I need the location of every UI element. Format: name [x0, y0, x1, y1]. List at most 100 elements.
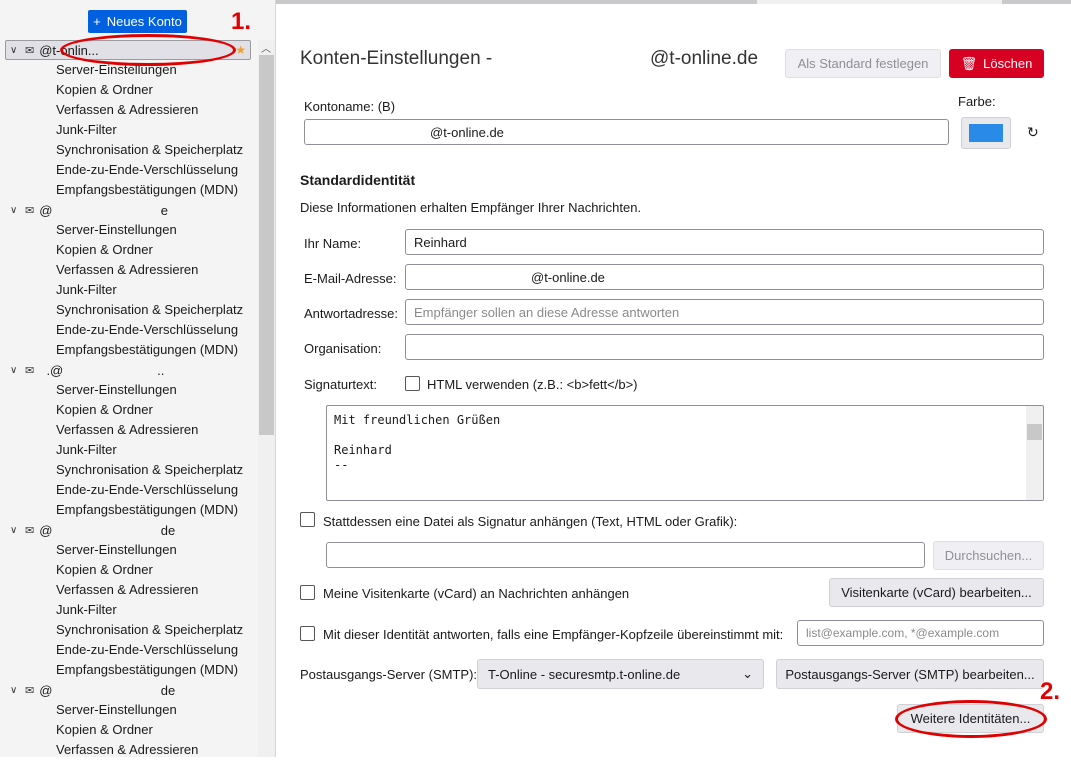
account-settings-item[interactable]: Empfangsbestätigungen (MDN) [0, 340, 256, 360]
account-settings-item[interactable]: Verfassen & Adressieren [0, 260, 256, 280]
account-settings-item[interactable]: Junk-Filter [0, 440, 256, 460]
account-row[interactable]: ∨ ✉ @ de [0, 520, 256, 540]
sidebar-scrollbar[interactable]: ︿ [258, 40, 275, 757]
account-settings-item[interactable]: Verfassen & Adressieren [0, 100, 256, 120]
account-settings-item[interactable]: Synchronisation & Speicherplatz [0, 620, 256, 640]
chevron-down-icon[interactable]: ∨ [10, 685, 20, 696]
account-label: @ e [39, 202, 168, 218]
smtp-select[interactable]: T-Online - securesmtp.t-online.de ⌄ [477, 659, 764, 689]
color-label: Farbe: [958, 94, 996, 109]
new-account-button[interactable]: + Neues Konto [88, 10, 187, 33]
identity-description: Diese Informationen erhalten Empfänger I… [300, 200, 642, 215]
annotation-ellipse-1 [60, 34, 236, 66]
account-tree: ∨ ✉ @t-onlin... ★ Server-Einstellungen Kopien… [0, 40, 256, 760]
delete-account-button[interactable]: 🗑 Löschen [949, 49, 1044, 78]
reply-to-label: Antwortadresse: [304, 306, 398, 321]
signature-file-label: Stattdessen eine Datei als Signatur anhä… [323, 514, 738, 529]
account-settings-item[interactable]: Verfassen & Adressieren [0, 580, 256, 600]
account-row[interactable]: ∨ ✉ .@ .. [0, 360, 256, 380]
account-label: @ de [39, 682, 176, 698]
signature-file-input[interactable] [326, 542, 925, 568]
account-settings-item[interactable]: Server-Einstellungen [0, 540, 256, 560]
account-sidebar: + Neues Konto ∨ ✉ @t-onlin... ★ Server-Einste… [0, 0, 276, 757]
account-settings-item[interactable]: Kopien & Ordner [0, 720, 256, 740]
trash-icon: 🗑 [960, 55, 978, 71]
chevron-down-icon[interactable]: ∨ [10, 365, 20, 376]
chevron-down-icon[interactable]: ∨ [10, 525, 20, 536]
mail-account-icon: ✉ [25, 684, 35, 697]
account-settings-item[interactable]: Verfassen & Adressieren [0, 740, 256, 760]
html-signature-checkbox[interactable] [405, 376, 420, 391]
account-settings-item[interactable]: Junk-Filter [0, 600, 256, 620]
page-title-domain: @t-online.de [650, 48, 759, 69]
signature-label: Signaturtext: [304, 377, 377, 392]
account-settings-item[interactable]: Empfangsbestätigungen (MDN) [0, 500, 256, 520]
account-settings-item[interactable]: Ende-zu-Ende-Verschlüsselung [0, 480, 256, 500]
account-settings-item[interactable]: Kopien & Ordner [0, 560, 256, 580]
name-label: Ihr Name: [304, 236, 362, 251]
mail-account-icon: ✉ [25, 364, 35, 377]
account-name-input[interactable]: @t-online.de [304, 119, 949, 145]
reply-match-label: Mit dieser Identität antworten, falls ei… [323, 627, 784, 642]
mail-account-icon: ✉ [25, 524, 35, 537]
account-settings-item[interactable]: Verfassen & Adressieren [0, 420, 256, 440]
reply-match-checkbox[interactable] [300, 626, 315, 641]
account-settings-item[interactable]: Synchronisation & Speicherplatz [0, 460, 256, 480]
email-input[interactable]: @t-online.de [405, 264, 1044, 290]
set-default-button[interactable]: Als Standard festlegen [785, 49, 941, 78]
edit-smtp-button[interactable]: Postausgangs-Server (SMTP) bearbeiten... [776, 659, 1044, 689]
active-tab-strip [757, 0, 1002, 4]
color-swatch [969, 124, 1003, 142]
organization-input[interactable] [405, 334, 1044, 360]
email-label: E-Mail-Adresse: [304, 271, 397, 286]
organization-label: Organisation: [304, 341, 382, 356]
account-settings-item[interactable]: Ende-zu-Ende-Verschlüsselung [0, 640, 256, 660]
account-settings-item[interactable]: Junk-Filter [0, 120, 256, 140]
reset-color-icon[interactable]: ↻ [1027, 124, 1039, 141]
account-settings-item[interactable]: Server-Einstellungen [0, 220, 256, 240]
scroll-up-icon[interactable]: ︿ [261, 40, 271, 55]
account-settings-item[interactable]: Synchronisation & Speicherplatz [0, 300, 256, 320]
edit-vcard-button[interactable]: Visitenkarte (vCard) bearbeiten... [829, 578, 1044, 607]
vcard-checkbox[interactable] [300, 585, 315, 600]
annotation-1: 1. [231, 8, 252, 35]
account-settings-item[interactable]: Kopien & Ordner [0, 240, 256, 260]
reply-match-input[interactable]: list@example.com, *@example.com [797, 620, 1044, 646]
signature-scrollbar[interactable] [1026, 406, 1043, 500]
chevron-down-icon: ⌄ [742, 666, 753, 681]
reply-to-input[interactable]: Empfänger sollen an diese Adresse antwor… [405, 299, 1044, 325]
account-settings-item[interactable]: Ende-zu-Ende-Verschlüsselung [0, 320, 256, 340]
account-name-label: Kontoname: (B) [304, 99, 396, 114]
default-star-icon: ★ [235, 43, 246, 57]
signature-scroll-thumb[interactable] [1027, 424, 1042, 440]
account-settings-item[interactable]: Junk-Filter [0, 280, 256, 300]
identity-heading: Standardidentität [300, 172, 416, 188]
account-label: @ de [39, 522, 176, 538]
vcard-label: Meine Visitenkarte (vCard) an Nachrichte… [323, 586, 630, 601]
signature-textarea[interactable]: Mit freundlichen Grüßen Reinhard -- [326, 405, 1044, 501]
account-settings-item[interactable]: Kopien & Ordner [0, 80, 256, 100]
scrollbar-thumb[interactable] [259, 55, 274, 435]
color-picker[interactable] [961, 117, 1011, 149]
name-input[interactable]: Reinhard [405, 229, 1044, 255]
account-settings-item[interactable]: Server-Einstellungen [0, 380, 256, 400]
chevron-down-icon[interactable]: ∨ [10, 45, 20, 56]
account-settings-item[interactable]: Empfangsbestätigungen (MDN) [0, 660, 256, 680]
account-settings-item[interactable]: Empfangsbestätigungen (MDN) [0, 180, 256, 200]
account-settings-item[interactable]: Ende-zu-Ende-Verschlüsselung [0, 160, 256, 180]
account-settings-item[interactable]: Server-Einstellungen [0, 700, 256, 720]
annotation-ellipse-2 [895, 700, 1047, 738]
account-settings-item[interactable]: Synchronisation & Speicherplatz [0, 140, 256, 160]
mail-account-icon: ✉ [25, 204, 35, 217]
account-row[interactable]: ∨ ✉ @ e [0, 200, 256, 220]
account-settings-item[interactable]: Kopien & Ordner [0, 400, 256, 420]
annotation-2: 2. [1040, 678, 1061, 705]
chevron-down-icon[interactable]: ∨ [10, 205, 20, 216]
html-signature-label: HTML verwenden (z.B.: <b>fett</b>) [427, 377, 638, 392]
signature-file-checkbox[interactable] [300, 512, 315, 527]
account-label: .@ .. [39, 362, 165, 378]
smtp-label: Postausgangs-Server (SMTP): [300, 667, 478, 682]
browse-button[interactable]: Durchsuchen... [933, 541, 1044, 570]
account-row[interactable]: ∨ ✉ @ de [0, 680, 256, 700]
mail-account-icon: ✉ [25, 44, 35, 57]
